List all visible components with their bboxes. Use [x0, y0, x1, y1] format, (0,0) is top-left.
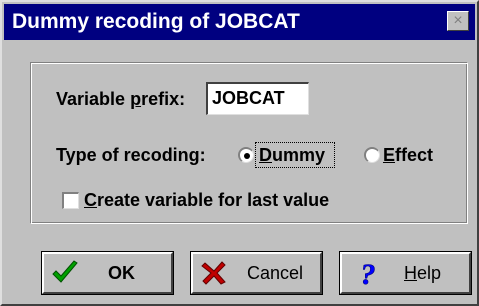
- help-button[interactable]: ? Help: [340, 252, 471, 294]
- radio-selected-dot: [244, 153, 250, 159]
- last-value-checkbox[interactable]: [62, 192, 79, 209]
- cancel-button[interactable]: Cancel: [191, 252, 322, 294]
- help-label: Help: [404, 263, 442, 283]
- radio-dummy-button[interactable]: [238, 147, 254, 163]
- svg-text:?: ?: [361, 258, 376, 288]
- radio-effect-button[interactable]: [364, 147, 380, 163]
- window-title: Dummy recoding of JOBCAT: [12, 10, 300, 33]
- close-button[interactable]: ×: [447, 11, 469, 31]
- cancel-label: Cancel: [247, 263, 304, 283]
- radio-dummy-label[interactable]: Dummy: [259, 144, 325, 166]
- ok-label: OK: [108, 263, 135, 283]
- prefix-label: Variable prefix:: [56, 89, 186, 109]
- x-icon: [201, 261, 226, 285]
- question-mark-icon: ?: [360, 258, 376, 288]
- radio-effect-label[interactable]: Effect: [383, 144, 433, 166]
- ok-button[interactable]: OK: [42, 252, 173, 294]
- last-value-checkbox-label[interactable]: Create variable for last value: [84, 189, 329, 211]
- recoding-type-label: Type of recoding:: [56, 145, 206, 165]
- close-icon: ×: [453, 12, 463, 29]
- checkmark-icon: [52, 260, 78, 283]
- dialog-window: Dummy recoding of JOBCAT × Variable pref…: [0, 0, 479, 306]
- title-bar[interactable]: Dummy recoding of JOBCAT ×: [4, 4, 475, 40]
- prefix-input[interactable]: JOBCAT: [206, 82, 309, 115]
